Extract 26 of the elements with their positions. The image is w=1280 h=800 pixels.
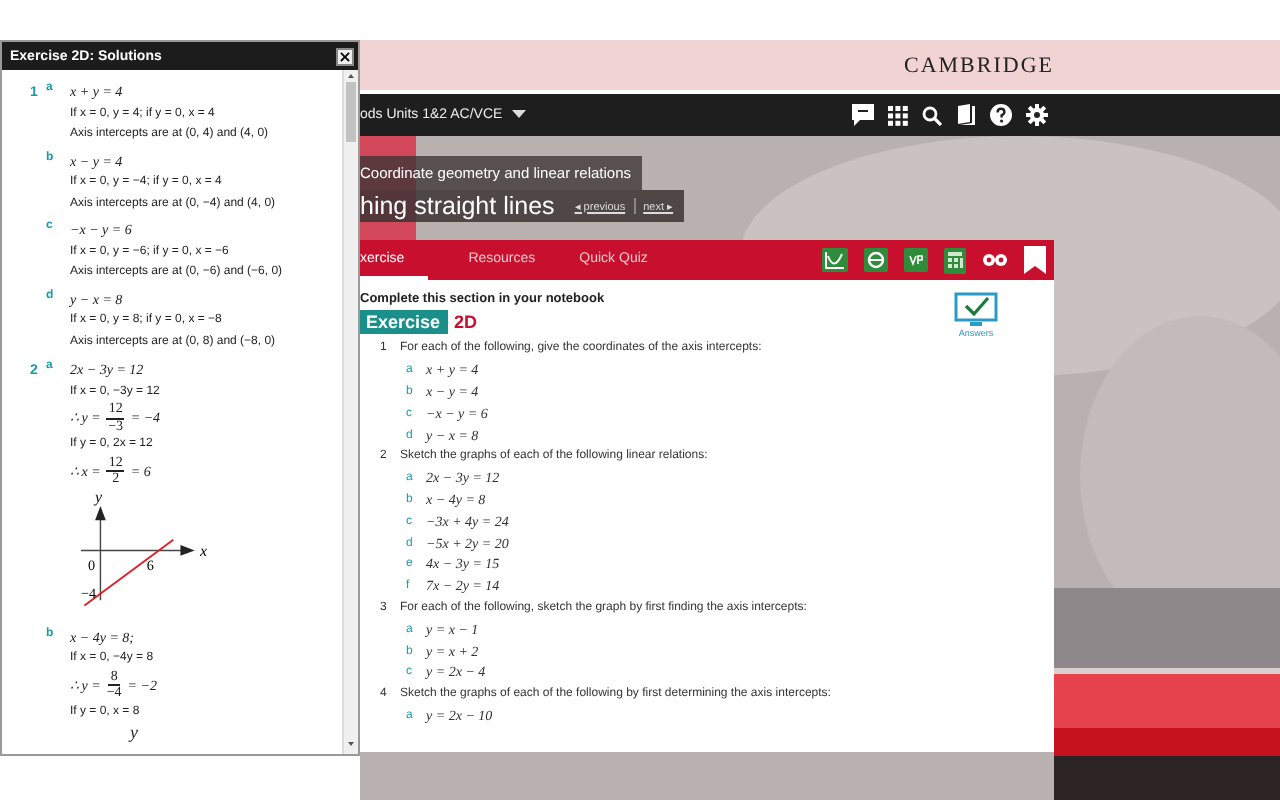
scrollbar-thumb[interactable] [346, 82, 356, 142]
x-axis [80, 544, 195, 555]
bookmark-icon[interactable] [1024, 246, 1046, 274]
graph-icon[interactable] [822, 248, 848, 272]
brand-logo: CAMBRIDGE [904, 53, 1055, 77]
monitor-tick-icon [954, 292, 998, 328]
calculator-icon[interactable] [944, 247, 966, 273]
comment-icon[interactable] [852, 104, 874, 126]
exercise-badge: Exercise [360, 310, 449, 334]
exercise-number: 2D [454, 312, 478, 332]
scrollbar[interactable] [342, 70, 358, 754]
caret-icon[interactable] [512, 110, 527, 120]
help-icon[interactable] [990, 104, 1012, 126]
axis-label: y [95, 489, 103, 506]
glasses-icon[interactable] [982, 252, 1008, 268]
book-icon[interactable] [956, 104, 976, 126]
search-icon[interactable] [922, 105, 942, 125]
graph-line [83, 537, 175, 606]
section-title: hing straight lines [360, 192, 555, 220]
y-axis [95, 505, 106, 600]
axis-label: y [130, 722, 138, 743]
settings-icon[interactable] [1026, 104, 1048, 126]
grid-icon[interactable] [888, 105, 908, 125]
close-button[interactable]: × [336, 47, 354, 65]
axis-label: x [200, 540, 208, 559]
scroll-down-icon[interactable] [344, 738, 358, 750]
